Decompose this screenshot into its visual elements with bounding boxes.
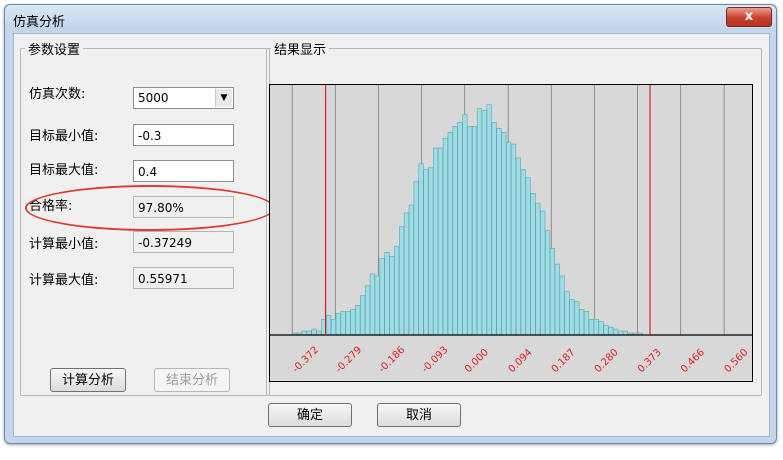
histogram-bar-44 bbox=[506, 141, 512, 336]
end-analysis-button: 结束分析 bbox=[154, 368, 230, 392]
histogram-bar-38 bbox=[476, 108, 483, 336]
histogram-bar-41 bbox=[491, 122, 497, 336]
target-min-label: 目标最小值: bbox=[29, 129, 99, 144]
sim-count-select[interactable]: 5000 ▼ bbox=[133, 87, 234, 109]
histogram-bar-20 bbox=[389, 255, 395, 336]
histogram-bar-45 bbox=[510, 143, 517, 336]
histogram-bar-62 bbox=[593, 318, 599, 336]
histogram-bar-19 bbox=[384, 252, 390, 336]
histogram-bar-66 bbox=[613, 328, 619, 336]
histogram-bar-59 bbox=[579, 309, 585, 336]
histogram-bar-31 bbox=[442, 137, 448, 336]
histogram-bar-30 bbox=[437, 147, 444, 336]
x-tick-label-4: 0.000 bbox=[463, 347, 491, 375]
title-bar[interactable]: 仿真分析 x bbox=[5, 5, 776, 31]
calc-max-label: 计算最大值: bbox=[29, 273, 99, 288]
histogram-bar-28 bbox=[428, 167, 434, 336]
histogram-bar-54 bbox=[554, 263, 560, 336]
window-title: 仿真分析 bbox=[13, 15, 66, 30]
histogram-bar-23 bbox=[403, 212, 410, 336]
histogram-bar-64 bbox=[603, 324, 609, 336]
histogram-bar-48 bbox=[525, 177, 531, 336]
histogram-bar-40 bbox=[486, 104, 492, 336]
histogram-chart: -0.372 -0.279 -0.186 -0.093 0.000 0.094 0.187 0… bbox=[270, 85, 752, 376]
chevron-down-icon[interactable]: ▼ bbox=[215, 89, 232, 107]
histogram-bar-26 bbox=[418, 163, 424, 336]
x-tick-label-0: -0.372 bbox=[291, 345, 322, 376]
pass-rate-highlight-ellipse bbox=[25, 185, 275, 231]
histogram-bar-36 bbox=[467, 126, 473, 336]
histogram-bar-43 bbox=[501, 131, 507, 336]
x-tick-label-2: -0.186 bbox=[377, 345, 408, 376]
histogram-bar-18 bbox=[379, 257, 385, 336]
histogram-bar-52 bbox=[544, 230, 551, 336]
histogram-bar-47 bbox=[520, 169, 526, 336]
ok-button[interactable]: 确定 bbox=[268, 403, 352, 427]
x-tick-label-7: 0.280 bbox=[593, 347, 621, 375]
histogram-bar-8 bbox=[330, 318, 337, 336]
histogram-bar-24 bbox=[408, 204, 414, 336]
x-tick-label-8: 0.373 bbox=[636, 347, 664, 375]
histogram-bar-12 bbox=[350, 309, 356, 336]
x-tick-label-10: 0.560 bbox=[723, 347, 751, 375]
histogram-bar-35 bbox=[462, 114, 468, 336]
histogram-bar-32 bbox=[447, 131, 453, 336]
histogram-bar-10 bbox=[340, 311, 346, 336]
histogram-bar-25 bbox=[413, 181, 419, 336]
calc-analysis-button[interactable]: 计算分析 bbox=[50, 368, 126, 392]
x-tick-label-3: -0.093 bbox=[420, 345, 451, 376]
histogram-bar-29 bbox=[433, 147, 439, 336]
histogram-bar-37 bbox=[472, 126, 478, 336]
params-group-legend: 参数设置 bbox=[28, 43, 81, 58]
histogram-bar-27 bbox=[423, 169, 429, 336]
histogram-bar-55 bbox=[559, 275, 565, 336]
histogram-bar-39 bbox=[481, 110, 487, 336]
calc-max-field: 0.55971 bbox=[133, 267, 234, 289]
x-tick-label-6: 0.187 bbox=[550, 347, 578, 375]
histogram-bar-16 bbox=[369, 273, 375, 336]
histogram-bar-60 bbox=[583, 311, 590, 336]
histogram-bar-49 bbox=[530, 193, 536, 336]
histogram-bar-42 bbox=[496, 128, 502, 336]
calc-min-label: 计算最小值: bbox=[29, 237, 99, 252]
calc-min-field: -0.37249 bbox=[133, 231, 234, 253]
histogram-bar-9 bbox=[335, 313, 341, 336]
histogram-bar-7 bbox=[326, 315, 332, 336]
sim-count-value: 5000 bbox=[138, 91, 169, 105]
dialog-window: 仿真分析 x 参数设置 结果显示 计算分析 结束分析 确定 取消 仿真次数: 5… bbox=[4, 4, 777, 444]
histogram-bar-63 bbox=[598, 320, 604, 336]
histogram-bar-21 bbox=[394, 246, 400, 336]
sim-count-label: 仿真次数: bbox=[29, 87, 86, 102]
histogram-bar-13 bbox=[355, 305, 361, 336]
results-group-legend: 结果显示 bbox=[274, 43, 327, 58]
histogram-bar-56 bbox=[564, 291, 570, 336]
histogram-bar-17 bbox=[374, 275, 380, 336]
cancel-button[interactable]: 取消 bbox=[377, 403, 461, 427]
histogram-bar-53 bbox=[549, 248, 556, 336]
histogram-bar-51 bbox=[540, 210, 546, 336]
histogram-bar-11 bbox=[345, 311, 351, 336]
x-tick-label-1: -0.279 bbox=[334, 345, 365, 376]
histogram-bar-65 bbox=[608, 326, 614, 336]
histogram-bar-34 bbox=[457, 122, 463, 336]
close-button[interactable]: x bbox=[726, 7, 772, 27]
x-tick-label-9: 0.466 bbox=[679, 347, 707, 375]
histogram-bar-61 bbox=[588, 318, 594, 336]
histogram-bar-58 bbox=[574, 301, 580, 336]
target-min-input[interactable]: -0.3 bbox=[133, 124, 234, 146]
histogram-bar-57 bbox=[569, 299, 575, 336]
target-max-label: 目标最大值: bbox=[29, 163, 99, 178]
histogram-bar-4 bbox=[311, 328, 317, 336]
x-tick-label-5: 0.094 bbox=[507, 347, 535, 375]
histogram-bar-33 bbox=[452, 126, 458, 336]
histogram-bar-22 bbox=[399, 226, 405, 336]
target-max-input[interactable]: 0.4 bbox=[133, 160, 234, 182]
histogram-bar-50 bbox=[535, 202, 541, 336]
histogram-bar-14 bbox=[360, 295, 366, 336]
histogram-bar-15 bbox=[364, 285, 371, 336]
histogram-bar-46 bbox=[515, 157, 521, 336]
histogram-plot: -0.372 -0.279 -0.186 -0.093 0.000 0.094 0.187 0… bbox=[269, 84, 753, 382]
